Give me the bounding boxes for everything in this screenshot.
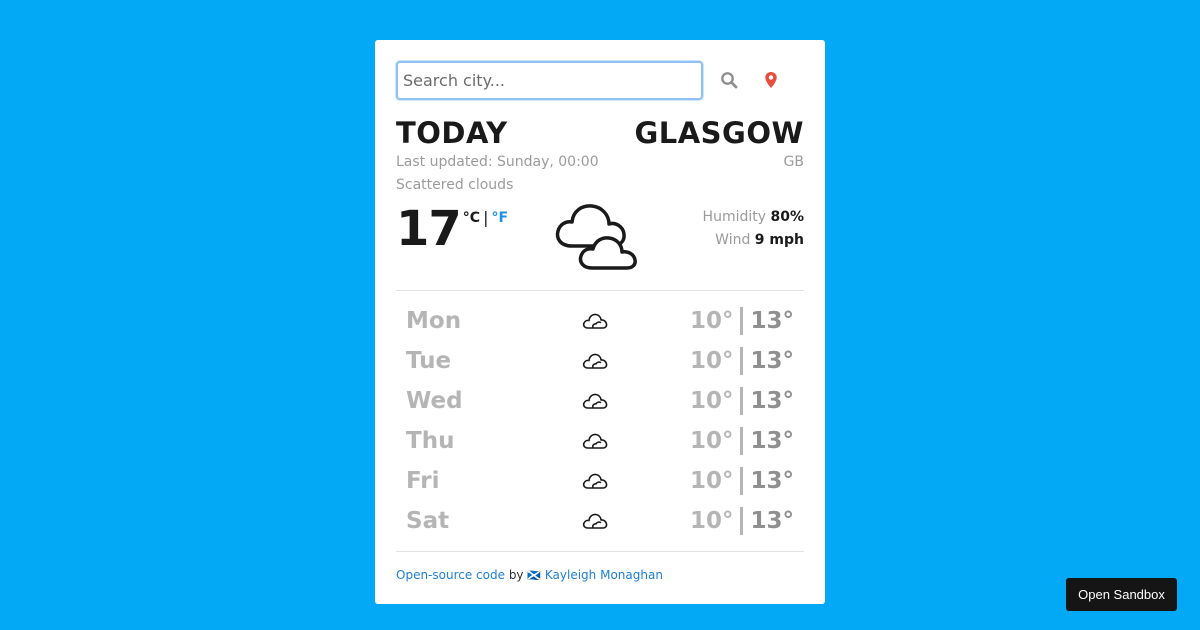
cloud-icon <box>576 471 616 491</box>
author-link[interactable]: Kayleigh Monaghan <box>545 568 663 582</box>
open-sandbox-button[interactable]: Open Sandbox <box>1066 578 1177 611</box>
temp-separator <box>740 427 744 455</box>
forecast-day: Thu <box>406 428 455 454</box>
forecast-max: 13° <box>750 508 794 534</box>
forecast-row: Thu 10° 13° <box>396 421 804 461</box>
footer: Open-source code by 🏴󠁧󠁢󠁳󠁣󠁴󠁿 Kayleigh Mon… <box>396 551 804 584</box>
forecast-temps: 10° 13° <box>690 387 794 415</box>
search-input[interactable] <box>396 60 703 100</box>
forecast-temps: 10° 13° <box>690 507 794 535</box>
current-weather: 17 °C | °F Humidity 80% Wind 9 mph <box>396 204 804 282</box>
forecast-min: 10° <box>689 308 734 334</box>
temp-separator <box>740 467 744 495</box>
header-row: TODAY GLASGOW <box>396 116 804 150</box>
celsius-unit[interactable]: °C <box>463 210 480 226</box>
cloud-icon <box>576 431 616 451</box>
forecast-day: Fri <box>406 468 440 494</box>
divider <box>396 290 804 291</box>
unit-separator: | <box>483 208 489 227</box>
forecast-min: 10° <box>689 348 734 374</box>
scattered-clouds-icon <box>552 198 648 278</box>
forecast-row: Tue 10° 13° <box>396 341 804 381</box>
humidity-line: Humidity 80% <box>703 206 804 229</box>
temp-separator <box>740 347 744 375</box>
cloud-icon <box>576 311 616 331</box>
forecast-temps: 10° 13° <box>690 467 794 495</box>
forecast-max: 13° <box>750 428 794 454</box>
cloud-icon <box>576 511 616 531</box>
weather-description: Scattered clouds <box>396 177 514 193</box>
forecast-row: Wed 10° 13° <box>396 381 804 421</box>
temp-separator <box>740 387 744 415</box>
temperature-block: 17 °C | °F <box>396 204 546 282</box>
wind-value: 9 mph <box>754 232 804 248</box>
forecast-min: 10° <box>689 428 734 454</box>
forecast-min: 10° <box>689 468 734 494</box>
weather-card: TODAY GLASGOW Last updated: Sunday, 00:0… <box>375 40 825 604</box>
last-updated: Last updated: Sunday, 00:00 <box>396 154 599 170</box>
fahrenheit-unit[interactable]: °F <box>491 210 508 226</box>
search-row <box>396 60 804 100</box>
humidity-value: 80% <box>770 209 804 225</box>
footer-by: by <box>508 568 524 582</box>
forecast-row: Mon 10° 13° <box>396 301 804 341</box>
forecast-min: 10° <box>689 388 734 414</box>
forecast-max: 13° <box>750 348 794 374</box>
search-icon[interactable] <box>713 64 745 96</box>
wind-line: Wind 9 mph <box>703 229 804 252</box>
temp-separator <box>740 307 744 335</box>
subheader-row: Last updated: Sunday, 00:00 GB <box>396 153 804 171</box>
today-heading: TODAY <box>396 116 508 150</box>
temp-separator <box>740 507 744 535</box>
wind-label: Wind <box>715 232 751 248</box>
forecast-day: Tue <box>406 348 452 374</box>
forecast-day: Sat <box>406 508 450 534</box>
forecast-max: 13° <box>750 388 794 414</box>
location-pin-icon[interactable] <box>755 64 787 96</box>
forecast-max: 13° <box>750 308 794 334</box>
source-code-link[interactable]: Open-source code <box>396 568 505 582</box>
weather-details: Humidity 80% Wind 9 mph <box>703 206 804 252</box>
country-code: GB <box>783 154 804 170</box>
forecast-row: Fri 10° 13° <box>396 461 804 501</box>
forecast-day: Mon <box>406 308 462 334</box>
unit-toggle: °C | °F <box>463 208 508 227</box>
forecast-row: Sat 10° 13° <box>396 501 804 541</box>
forecast-temps: 10° 13° <box>690 307 794 335</box>
forecast-list: Mon 10° 13° Tue 10° 13° Wed 10° 13° Thu … <box>396 301 804 541</box>
scotland-flag-icon: 🏴󠁧󠁢󠁳󠁣󠁴󠁿 <box>527 569 542 582</box>
cloud-icon <box>576 391 616 411</box>
humidity-label: Humidity <box>702 209 767 225</box>
current-temperature: 17 <box>396 201 462 257</box>
forecast-temps: 10° 13° <box>690 347 794 375</box>
forecast-temps: 10° 13° <box>690 427 794 455</box>
forecast-min: 10° <box>689 508 734 534</box>
city-name: GLASGOW <box>634 116 804 150</box>
forecast-max: 13° <box>750 468 794 494</box>
cloud-icon <box>576 351 616 371</box>
forecast-day: Wed <box>406 388 463 414</box>
